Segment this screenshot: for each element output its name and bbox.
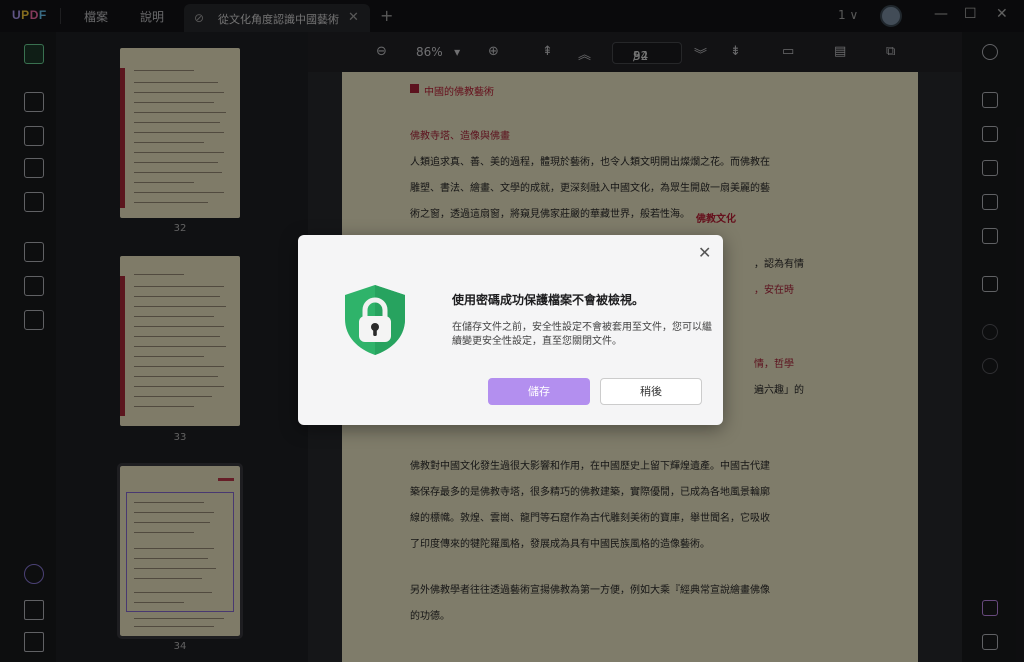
close-icon[interactable]: ✕: [698, 243, 711, 262]
dialog-message: 在儲存文件之前，安全性設定不會被套用至文件，您可以繼續變更安全性設定，直至您關閉…: [452, 322, 712, 347]
protect-success-dialog: ✕ 使用密碼成功保護檔案不會被檢視。 在儲存文件之前，安全性設定不會被套用至文件…: [298, 235, 723, 425]
save-button[interactable]: 儲存: [488, 378, 590, 405]
later-button[interactable]: 稍後: [600, 378, 702, 405]
shield-lock-icon: [345, 285, 405, 355]
dialog-title: 使用密碼成功保護檔案不會被檢視。: [452, 293, 645, 307]
